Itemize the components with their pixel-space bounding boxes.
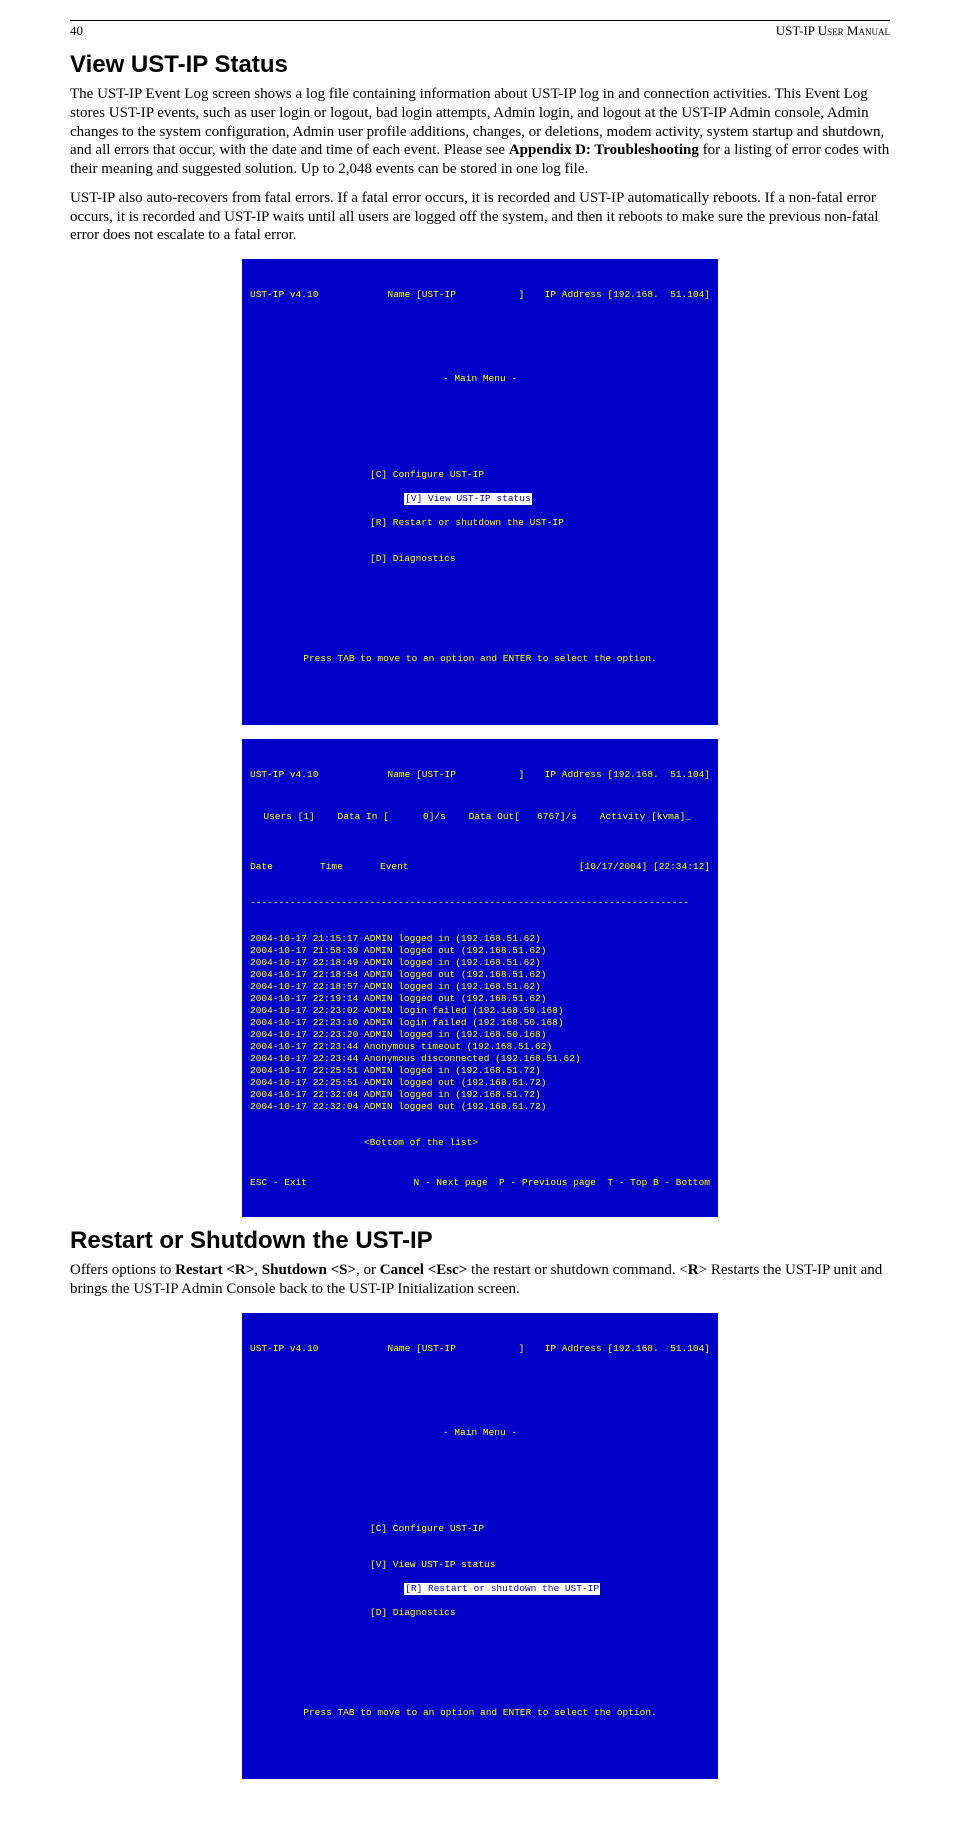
event-row: 2004-10-17 22:23:02 ADMIN login failed (… (250, 1005, 710, 1017)
event-row: 2004-10-17 22:23:44 Anonymous disconnect… (250, 1053, 710, 1065)
bottom-marker: <Bottom of the list> (250, 1137, 710, 1149)
term-name: Name [UST-IP ] (388, 289, 545, 301)
event-row: 2004-10-17 22:18:57 ADMIN logged in (192… (250, 981, 710, 993)
menu-item-diagnostics[interactable]: [D] Diagnostics (370, 553, 710, 565)
esc-exit[interactable]: ESC - Exit (250, 1177, 307, 1189)
menu-item-view-status[interactable]: [V] View UST-IP status (370, 1559, 710, 1571)
nav-keys[interactable]: N - Next page P - Previous page T - Top … (414, 1177, 710, 1189)
menu-item-view-status[interactable]: [V] View UST-IP status (404, 493, 531, 505)
event-row: 2004-10-17 22:23:10 ADMIN login failed (… (250, 1017, 710, 1029)
section-title-restart: Restart or Shutdown the UST-IP (70, 1227, 890, 1255)
menu-item-restart[interactable]: [R] Restart or shutdown the UST-IP (404, 1583, 600, 1595)
event-row: 2004-10-17 22:18:49 ADMIN logged in (192… (250, 957, 710, 969)
status-line: Users [1] Data In [ 0]/s Data Out[ 6767]… (252, 811, 710, 823)
tab-hint: Press TAB to move to an option and ENTER… (250, 653, 710, 665)
section-title-view-status: View UST-IP Status (70, 51, 890, 79)
terminal-main-menu-view: UST-IP v4.10 Name [UST-IP ] IP Address [… (242, 259, 718, 725)
event-table-header: Date Time Event [10/17/2004] [22:34:12] (250, 861, 710, 873)
terminal-event-log: UST-IP v4.10 Name [UST-IP ] IP Address [… (242, 739, 718, 1217)
menu-item-restart[interactable]: [R] Restart or shutdown the UST-IP (370, 517, 710, 529)
event-row: 2004-10-17 22:32:04 ADMIN logged out (19… (250, 1101, 710, 1113)
event-row: 2004-10-17 22:25:51 ADMIN logged out (19… (250, 1077, 710, 1089)
section2-para: Offers options to Restart <R>, Shutdown … (70, 1261, 890, 1299)
event-row: 2004-10-17 22:25:51 ADMIN logged in (192… (250, 1065, 710, 1077)
page-number: 40 (70, 23, 83, 39)
event-row: 2004-10-17 22:19:14 ADMIN logged out (19… (250, 993, 710, 1005)
event-row: 2004-10-17 22:23:44 Anonymous timeout (1… (250, 1041, 710, 1053)
event-row: 2004-10-17 22:18:54 ADMIN logged out (19… (250, 969, 710, 981)
menu-item-diagnostics[interactable]: [D] Diagnostics (370, 1607, 710, 1619)
event-row: 2004-10-17 22:32:04 ADMIN logged in (192… (250, 1089, 710, 1101)
term-ip: IP Address [192.168. 51.104] (545, 289, 710, 301)
doc-title: UST-IP User Manual (776, 23, 890, 39)
menu-item-configure[interactable]: [C] Configure UST-IP (370, 1523, 710, 1535)
terminal-main-menu-restart: UST-IP v4.10 Name [UST-IP ] IP Address [… (242, 1313, 718, 1779)
section1-para2: UST-IP also auto-recovers from fatal err… (70, 189, 890, 245)
section1-para1: The UST-IP Event Log screen shows a log … (70, 85, 890, 179)
menu-item-configure[interactable]: [C] Configure UST-IP (370, 469, 710, 481)
event-row: 2004-10-17 22:23:20 ADMIN logged in (192… (250, 1029, 710, 1041)
event-row: 2004-10-17 21:15:17 ADMIN logged in (192… (250, 933, 710, 945)
event-rows: 2004-10-17 21:15:17 ADMIN logged in (192… (250, 933, 710, 1113)
page-header: 40 UST-IP User Manual (70, 20, 890, 39)
term-version: UST-IP v4.10 (250, 289, 388, 301)
main-menu-title: - Main Menu - (250, 373, 710, 385)
event-row: 2004-10-17 21:58:39 ADMIN logged out (19… (250, 945, 710, 957)
